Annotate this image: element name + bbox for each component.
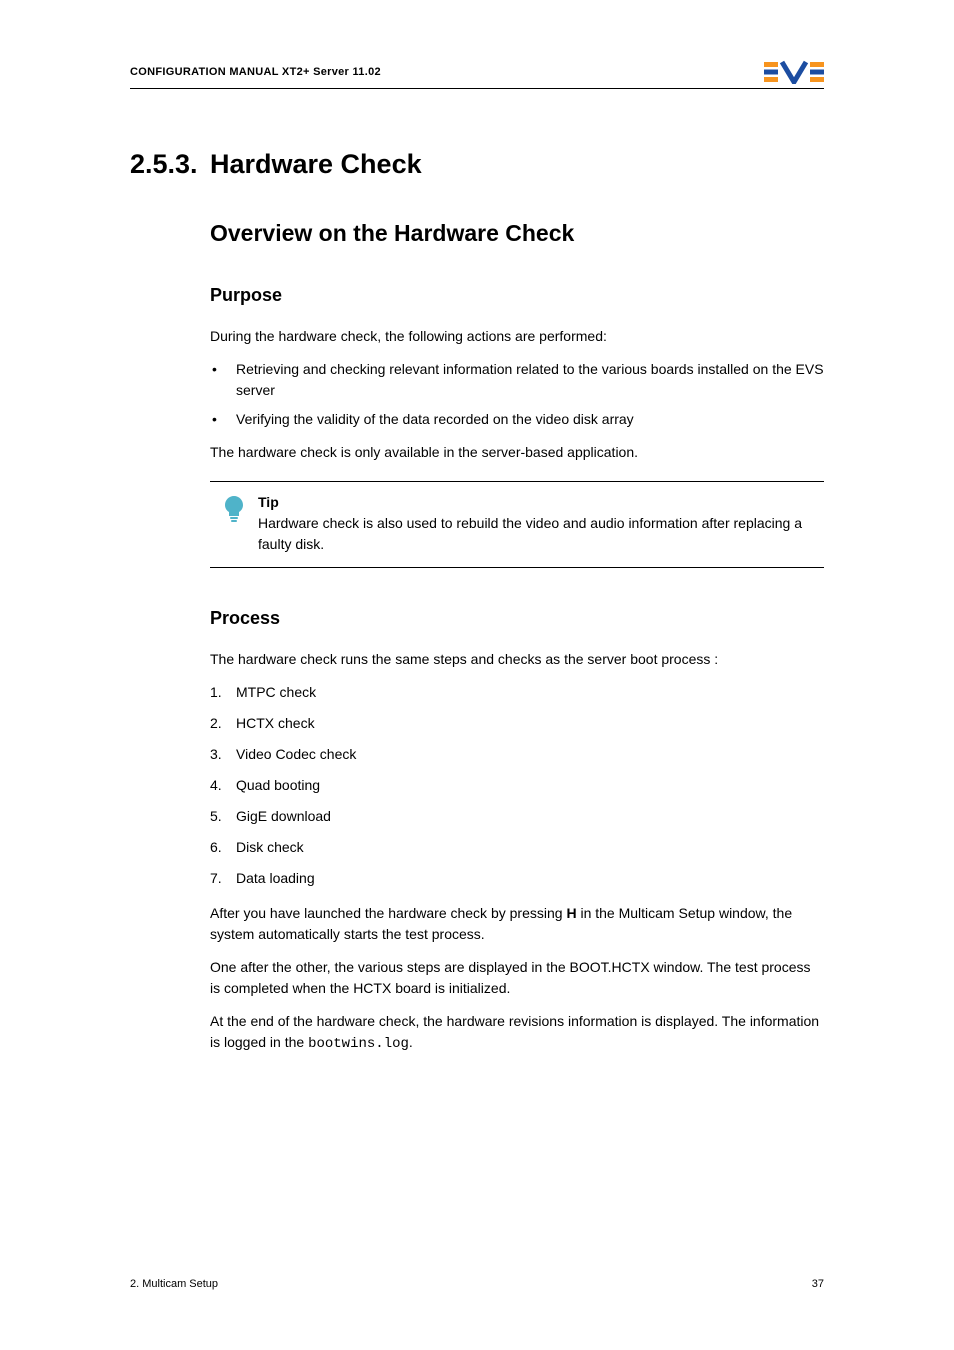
purpose-after: The hardware check is only available in … <box>210 442 824 463</box>
list-item: 2.HCTX check <box>210 713 824 734</box>
footer-left: 2. Multicam Setup <box>130 1278 218 1290</box>
bullet-icon: • <box>210 359 236 401</box>
tip-label: Tip <box>258 492 824 513</box>
purpose-intro: During the hardware check, the following… <box>210 326 824 347</box>
footer-page-number: 37 <box>812 1278 824 1290</box>
tip-text: Hardware check is also used to rebuild t… <box>258 515 802 552</box>
list-item: 5.GigE download <box>210 806 824 827</box>
purpose-bullets: • Retrieving and checking relevant infor… <box>210 359 824 430</box>
list-item: • Retrieving and checking relevant infor… <box>210 359 824 401</box>
key-h: H <box>566 905 576 921</box>
list-item: • Verifying the validity of the data rec… <box>210 409 824 430</box>
section-title: Hardware Check <box>210 149 422 180</box>
process-para2: One after the other, the various steps a… <box>210 957 824 999</box>
process-intro: The hardware check runs the same steps a… <box>210 649 824 670</box>
process-para3: At the end of the hardware check, the ha… <box>210 1011 824 1055</box>
bullet-icon: • <box>210 409 236 430</box>
list-item: 7.Data loading <box>210 868 824 889</box>
process-para1: After you have launched the hardware che… <box>210 903 824 945</box>
tip-content: Tip Hardware check is also used to rebui… <box>258 492 824 555</box>
log-filename: bootwins.log <box>308 1036 409 1052</box>
section-heading: 2.5.3. Hardware Check <box>130 149 824 180</box>
evs-logo-icon <box>764 60 824 84</box>
page-footer: 2. Multicam Setup 37 <box>130 1278 824 1290</box>
list-item: 6.Disk check <box>210 837 824 858</box>
tip-callout: Tip Hardware check is also used to rebui… <box>210 481 824 568</box>
subsection-heading: Overview on the Hardware Check <box>210 220 824 247</box>
section-number: 2.5.3. <box>130 149 210 180</box>
header-title: CONFIGURATION MANUAL XT2+ Server 11.02 <box>130 66 381 78</box>
purpose-heading: Purpose <box>210 285 824 306</box>
list-item: 3.Video Codec check <box>210 744 824 765</box>
process-heading: Process <box>210 608 824 629</box>
lightbulb-icon <box>210 492 258 555</box>
list-item: 1.MTPC check <box>210 682 824 703</box>
list-item: 4.Quad booting <box>210 775 824 796</box>
page-header: CONFIGURATION MANUAL XT2+ Server 11.02 <box>130 60 824 89</box>
process-steps: 1.MTPC check 2.HCTX check 3.Video Codec … <box>210 682 824 889</box>
